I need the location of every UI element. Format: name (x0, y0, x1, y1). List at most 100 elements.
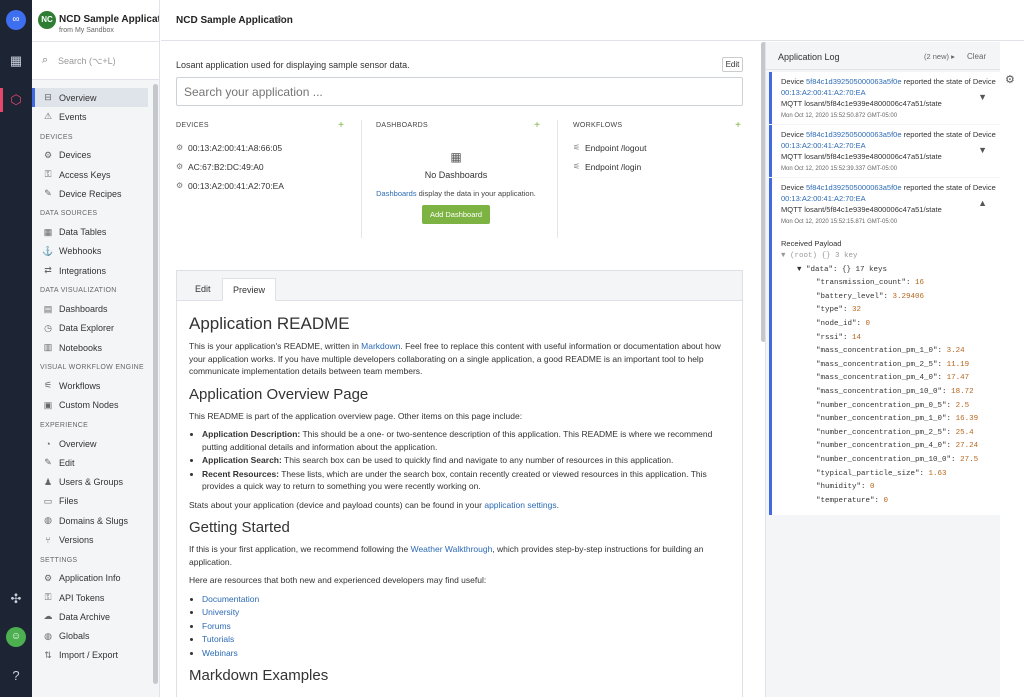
workflow-list-item[interactable]: ⚟ Endpoint /login (573, 157, 741, 176)
readme-resource-link[interactable]: Documentation (202, 594, 259, 604)
chevron-up-icon[interactable]: ▲ (978, 198, 987, 209)
new-count-badge[interactable]: (2 new) ▸ (924, 52, 955, 61)
log-device-name-link[interactable]: 00:13:A2:00:41:A2:70:EA (781, 141, 866, 150)
readme-link-item: Documentation (202, 593, 730, 606)
sidebar-item-dashboards[interactable]: ▤ Dashboards (32, 299, 152, 318)
workflow-list-item[interactable]: ⚟ Endpoint /logout (573, 138, 741, 157)
tab-preview[interactable]: Preview (222, 278, 277, 301)
sidebar-item-edit[interactable]: ✎ Edit (32, 453, 152, 472)
log-entry[interactable]: Device 5f84c1d392505000063a5f0e reported… (769, 72, 1000, 124)
log-topic: MQTT losant/5f84c1e939e4800006c47a51/sta… (781, 205, 942, 214)
sidebar-item-notebooks[interactable]: ▥ Notebooks (32, 338, 152, 357)
sidebar-item-label: Application Info (59, 573, 121, 584)
sidebar-item-devices[interactable]: ⚙ Devices (32, 146, 152, 165)
clear-log-button[interactable]: Clear (967, 52, 986, 61)
chevron-down-icon[interactable]: ▼ (978, 145, 987, 156)
payload-data-node[interactable]: ▼ "data": {} 17 keys (781, 264, 1000, 278)
device-icon: ⚙ (176, 162, 184, 171)
sidebar-item-label: Edit (59, 457, 75, 468)
payload-key: mass_concentration_pm_4_0 (820, 374, 934, 383)
sidebar-item-integrations[interactable]: ⇄ Integrations (32, 261, 152, 280)
chevron-down-icon[interactable]: ▼ (978, 92, 987, 103)
device-list-item[interactable]: ⚙ 00:13:A2:00:41:A2:70:EA (176, 176, 344, 195)
payload-field: "transmission_count": 16 (816, 279, 925, 288)
sidebar-item-icon: ⚟ (43, 380, 53, 391)
avatar-icon[interactable]: ☺ (6, 627, 26, 647)
readme-content: Application README This is your applicat… (177, 301, 742, 697)
payload-tree: ▼ (root) {} 3 key ▼ "data": {} 17 keys "… (781, 250, 1000, 508)
log-device-name-link[interactable]: 00:13:A2:00:41:A2:70:EA (781, 194, 866, 203)
sidebar-item-label: Data Archive (59, 611, 111, 622)
sidebar-item-files[interactable]: ▭ Files (32, 492, 152, 511)
device-list-item[interactable]: ⚙ AC:67:B2:DC:49:A0 (176, 157, 344, 176)
workflows-title: WORKFLOWS (573, 122, 623, 129)
readme-heading-overview: Application Overview Page (189, 385, 369, 403)
sidebar-item-domains-slugs[interactable]: ◍ Domains & Slugs (32, 511, 152, 530)
help-icon[interactable]: ? (7, 667, 25, 685)
payload-field: "mass_concentration_pm_4_0": 17.47 (816, 374, 970, 383)
sidebar-item-api-tokens[interactable]: ⚿ API Tokens (32, 588, 152, 607)
workflow-name: Endpoint /login (585, 161, 642, 172)
app-subtitle: from My Sandbox (59, 27, 114, 34)
sidebar-section-title: DATA SOURCES (40, 210, 98, 218)
readme-resource-link[interactable]: Webinars (202, 648, 238, 658)
log-device-id-link[interactable]: 5f84c1d392505000063a5f0e (806, 77, 902, 86)
markdown-link[interactable]: Markdown (361, 341, 400, 351)
sidebar-item-custom-nodes[interactable]: ▣ Custom Nodes (32, 396, 152, 415)
readme-link-item: Tutorials (202, 633, 730, 646)
readme-resource-link[interactable]: University (202, 607, 239, 617)
add-workflow-plus-icon[interactable]: + (735, 120, 741, 131)
sidebar-item-data-archive[interactable]: ☁ Data Archive (32, 607, 152, 626)
payload-value: 0 (870, 483, 875, 492)
log-device-id-link[interactable]: 5f84c1d392505000063a5f0e (806, 183, 902, 192)
log-entry[interactable]: Device 5f84c1d392505000063a5f0e reported… (769, 178, 1000, 229)
payload-key: mass_concentration_pm_1_0 (820, 347, 934, 356)
weather-walkthrough-link[interactable]: Weather Walkthrough (411, 544, 493, 554)
tab-edit[interactable]: Edit (185, 278, 221, 301)
readme-resource-link[interactable]: Forums (202, 621, 231, 631)
payload-key: rssi (820, 333, 839, 342)
losant-logo-icon[interactable]: ∞ (6, 10, 26, 30)
app-header[interactable]: NC NCD Sample Application from My Sandbo… (32, 0, 159, 42)
sidebar-item-import-export[interactable]: ⇅ Import / Export (32, 646, 152, 665)
sidebar-search[interactable]: ⌕ Search (⌥+L) (32, 42, 159, 80)
sidebar-item-label: Globals (59, 631, 90, 642)
sidebar-item-overview[interactable]: ⊟ Overview (32, 88, 148, 108)
log-entry[interactable]: Device 5f84c1d392505000063a5f0e reported… (769, 125, 1000, 177)
sidebar-item-data-explorer[interactable]: ◷ Data Explorer (32, 319, 152, 338)
sidebar-item-versions[interactable]: ⑂ Versions (32, 530, 152, 549)
sidebar-item-globals[interactable]: ◍ Globals (32, 627, 152, 646)
edit-description-button[interactable]: Edit (722, 57, 743, 72)
workflow-icon: ⚟ (573, 162, 581, 171)
sidebar-item-icon: ⚠ (43, 111, 53, 122)
sidebar-item-webhooks[interactable]: ⚓ Webhooks (32, 242, 152, 261)
sidebar-item-workflows[interactable]: ⚟ Workflows (32, 376, 152, 395)
add-device-plus-icon[interactable]: + (338, 120, 344, 131)
sidebar-item-access-keys[interactable]: ⚿ Access Keys (32, 165, 152, 184)
payload-key: node_id (820, 319, 853, 328)
sidebar-item-icon: ◍ (44, 630, 52, 641)
payload-root-node[interactable]: ▼ (root) {} 3 key (781, 250, 1000, 264)
sidebar-item-icon: ✎ (44, 457, 52, 468)
sidebar-item-application-info[interactable]: ⚙ Application Info (32, 569, 152, 588)
add-dashboard-button[interactable]: Add Dashboard (422, 205, 490, 224)
application-settings-link[interactable]: application settings (484, 500, 556, 510)
log-device-name-link[interactable]: 00:13:A2:00:41:A2:70:EA (781, 88, 866, 97)
gear-icon[interactable]: ⚙ (1005, 73, 1015, 86)
device-list-item[interactable]: ⚙ 00:13:A2:00:41:A8:66:05 (176, 138, 344, 157)
sidebar-item-users-groups[interactable]: ♟ Users & Groups (32, 472, 152, 491)
sidebar-item-overview[interactable]: ◔ Overview (32, 434, 152, 453)
sidebar-item-events[interactable]: ⚠ Events (32, 107, 152, 126)
dashboards-link[interactable]: Dashboards (376, 189, 416, 198)
log-device-id-link[interactable]: 5f84c1d392505000063a5f0e (806, 130, 902, 139)
copy-icon[interactable]: ⧉ (276, 14, 282, 25)
network-icon[interactable]: ✣ (7, 590, 25, 608)
add-dashboard-plus-icon[interactable]: + (534, 120, 540, 131)
application-search-input[interactable] (176, 77, 743, 106)
dashboard-icon[interactable]: ▦ (7, 52, 25, 70)
application-cube-icon[interactable]: ⬡ (7, 91, 25, 109)
sidebar-item-device-recipes[interactable]: ✎ Device Recipes (32, 184, 152, 203)
readme-resource-link[interactable]: Tutorials (202, 634, 234, 644)
sidebar-scrollbar[interactable] (153, 84, 158, 684)
sidebar-item-data-tables[interactable]: ▦ Data Tables (32, 222, 152, 241)
